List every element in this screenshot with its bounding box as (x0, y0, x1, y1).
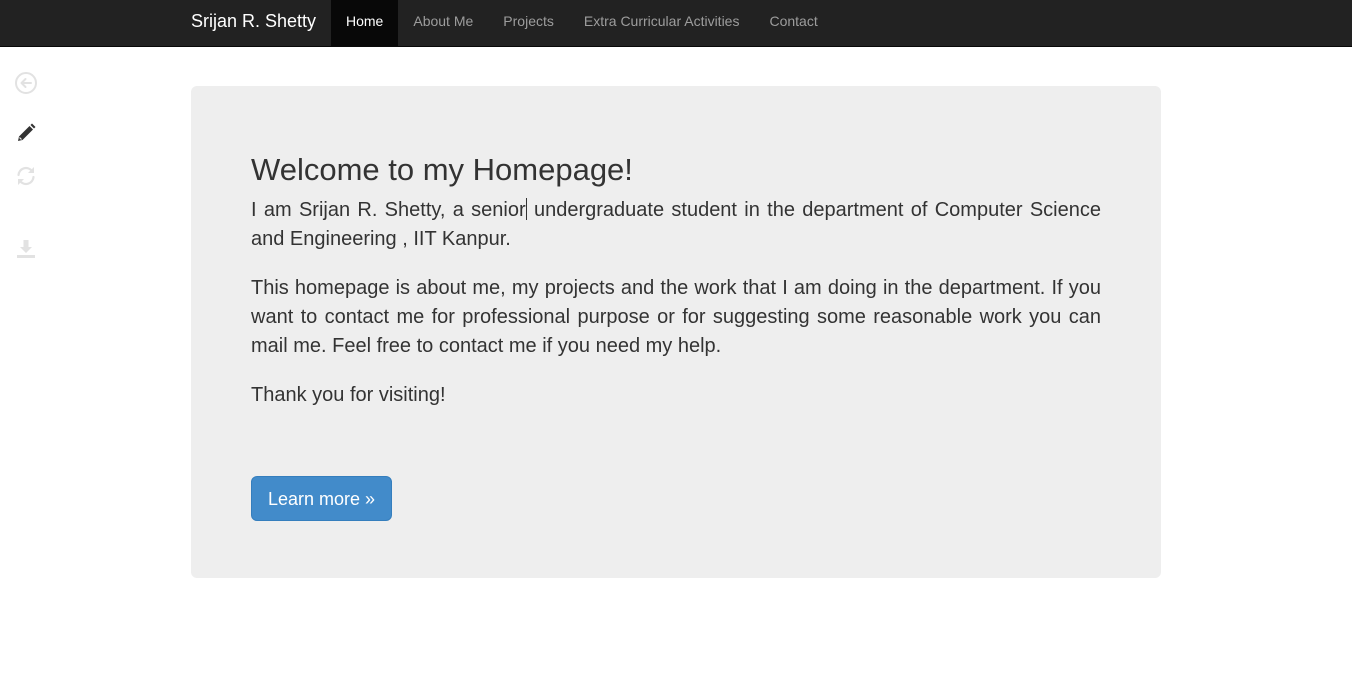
refresh-icon (17, 166, 35, 186)
jumbotron-content: Welcome to my Homepage! I am Srijan R. S… (251, 152, 1101, 430)
nav-item-extra-curricular: Extra Curricular Activities (569, 0, 755, 46)
back-button[interactable] (13, 70, 39, 96)
top-navbar: Srijan R. Shetty Home About Me Projects … (0, 0, 1352, 47)
intro-paragraph: I am Srijan R. Shetty, a senior undergra… (251, 196, 1101, 254)
nav-item-home: Home (331, 0, 399, 46)
back-arrow-icon (15, 72, 37, 94)
nav-item-projects: Projects (488, 0, 569, 46)
pencil-icon (18, 123, 36, 141)
refresh-button[interactable] (13, 163, 39, 189)
page-title: Welcome to my Homepage! (251, 152, 633, 187)
download-button[interactable] (13, 236, 39, 262)
learn-more-button[interactable]: Learn more » (251, 476, 392, 521)
about-paragraph: This homepage is about me, my projects a… (251, 277, 1101, 357)
welcome-jumbotron: Welcome to my Homepage! I am Srijan R. S… (191, 86, 1161, 578)
nav-link-about-me[interactable]: About Me (398, 0, 488, 46)
nav-item-about-me: About Me (398, 0, 488, 46)
brand-link[interactable]: Srijan R. Shetty (191, 0, 316, 46)
nav-item-contact: Contact (754, 0, 832, 46)
nav-link-extra-curricular[interactable]: Extra Curricular Activities (569, 0, 755, 46)
edit-button[interactable] (13, 120, 39, 146)
nav-link-projects[interactable]: Projects (488, 0, 569, 46)
nav-link-home[interactable]: Home (331, 0, 399, 46)
thanks-paragraph: Thank you for visiting! (251, 384, 446, 406)
intro-text-start: I am Srijan R. Shetty, a senior (251, 199, 526, 221)
nav-link-contact[interactable]: Contact (754, 0, 832, 46)
download-icon (17, 240, 35, 258)
nav-menu: Home About Me Projects Extra Curricular … (331, 0, 833, 46)
